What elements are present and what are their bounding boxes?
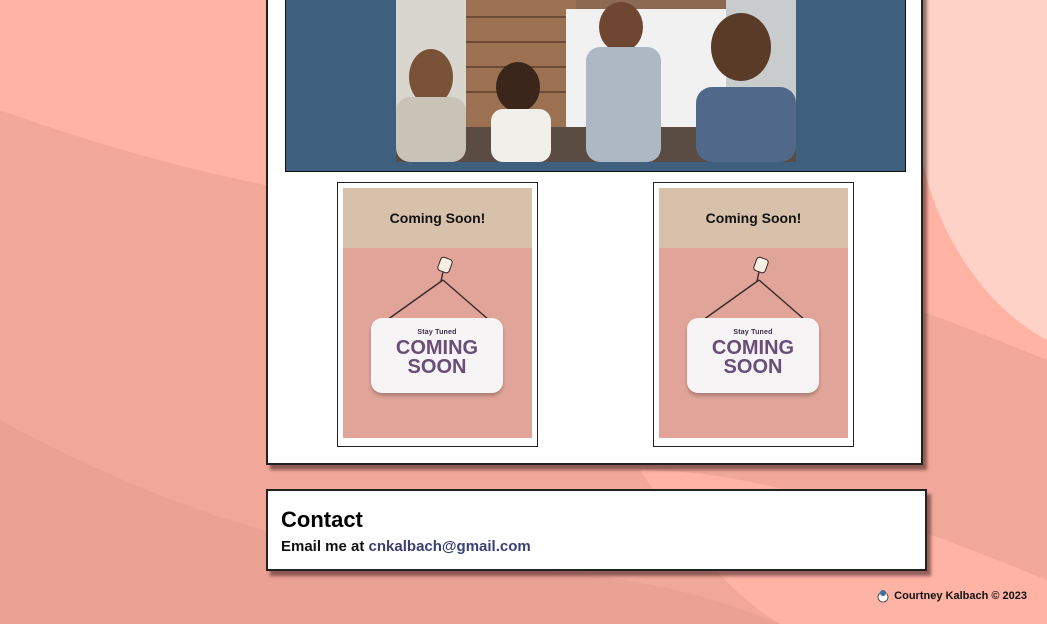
sign-line-2: SOON: [723, 356, 783, 378]
card-title: Coming Soon!: [659, 188, 848, 248]
coming-soon-graphic: Coming Soon! Stay Tuned COMING SOON: [343, 188, 532, 438]
contact-heading: Contact: [281, 507, 363, 532]
coming-soon-sign: Stay Tuned COMING SOON: [371, 318, 503, 393]
footer: Courtney Kalbach © 2023: [877, 589, 1027, 603]
card-illustration: Stay Tuned COMING SOON: [343, 248, 532, 438]
card-illustration: Stay Tuned COMING SOON: [659, 248, 848, 438]
card-title: Coming Soon!: [343, 188, 532, 248]
sign-line-2: SOON: [407, 356, 467, 378]
email-link[interactable]: cnkalbach@gmail.com: [369, 538, 531, 555]
coming-soon-card-2[interactable]: Coming Soon! Stay Tuned COMING SOON: [653, 182, 854, 447]
sign-subtitle: Stay Tuned: [733, 329, 773, 336]
footer-copyright: Courtney Kalbach © 2023: [894, 590, 1027, 602]
coming-soon-graphic: Coming Soon! Stay Tuned COMING SOON: [659, 188, 848, 438]
hero-banner: [285, 0, 906, 172]
coming-soon-sign: Stay Tuned COMING SOON: [687, 318, 819, 393]
coming-soon-card-1[interactable]: Coming Soon! Stay Tuned COMING SOON: [337, 182, 538, 447]
contact-section: Contact Email me at cnkalbach@gmail.com: [266, 489, 927, 571]
team-meeting-photo: [396, 0, 796, 162]
contact-prefix: Email me at: [281, 538, 369, 555]
sign-subtitle: Stay Tuned: [417, 329, 457, 336]
bird-logo-icon: [877, 590, 890, 603]
contact-line: Email me at cnkalbach@gmail.com: [281, 538, 531, 555]
